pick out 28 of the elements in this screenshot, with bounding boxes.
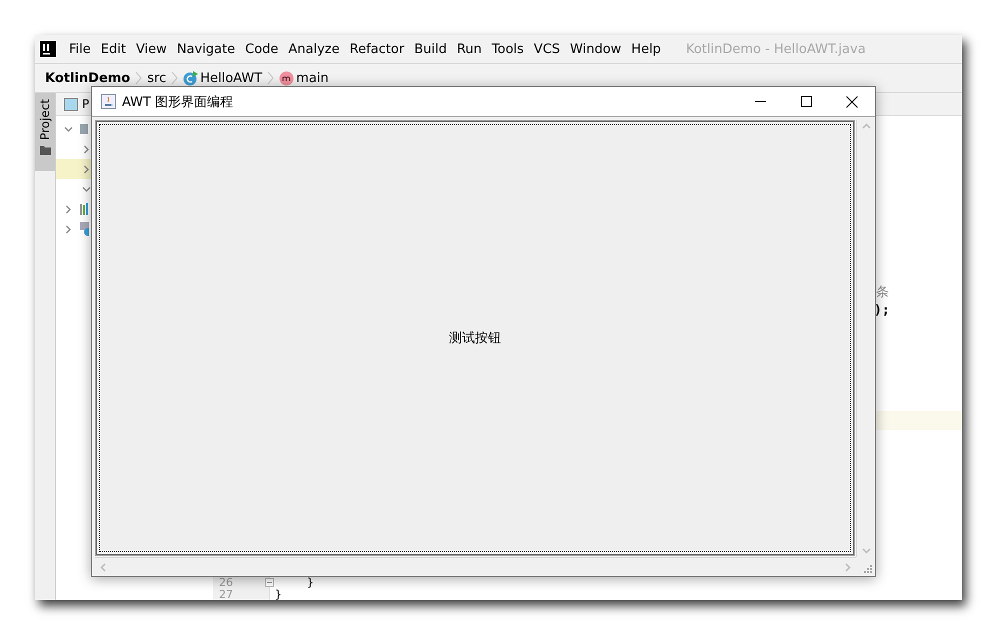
line-number: 27 [219, 588, 233, 600]
menu-item[interactable]: Refactor [344, 42, 410, 56]
menu-item[interactable]: File [64, 42, 96, 56]
code-brace: } [307, 577, 314, 588]
window-title: KotlinDemo - HelloAWT.java [686, 42, 866, 56]
code-comment: 条 [876, 284, 889, 301]
menu-item[interactable]: Analyze [283, 42, 345, 56]
menu-item[interactable]: Build [409, 42, 452, 56]
menu-item[interactable]: Navigate [172, 42, 240, 56]
breadcrumb-item[interactable]: main [296, 70, 329, 86]
project-tool-tab[interactable]: Project [35, 93, 55, 171]
menu-item[interactable]: Window [565, 42, 626, 56]
breadcrumb-item[interactable]: HelloAWT [200, 70, 262, 86]
breadcrumb-item[interactable]: KotlinDemo [45, 70, 130, 86]
menu-item[interactable]: Code [240, 42, 284, 56]
menu-item[interactable]: Edit [96, 42, 131, 56]
panel-title: P [82, 97, 90, 111]
menu-item[interactable]: Help [626, 42, 666, 56]
menu-item[interactable]: View [130, 42, 172, 56]
menu-item[interactable]: VCS [528, 42, 566, 56]
breadcrumb-item[interactable]: src [147, 70, 166, 86]
code-brace: } [275, 588, 282, 600]
menu-item[interactable]: Run [452, 42, 487, 56]
dialog-title: AWT 图形界面编程 [122, 94, 234, 110]
test-button[interactable]: 测试按钮 [96, 121, 854, 555]
code-text: ); [874, 302, 890, 318]
line-number: 26 [219, 577, 233, 588]
menu-item[interactable]: Tools [486, 42, 529, 56]
